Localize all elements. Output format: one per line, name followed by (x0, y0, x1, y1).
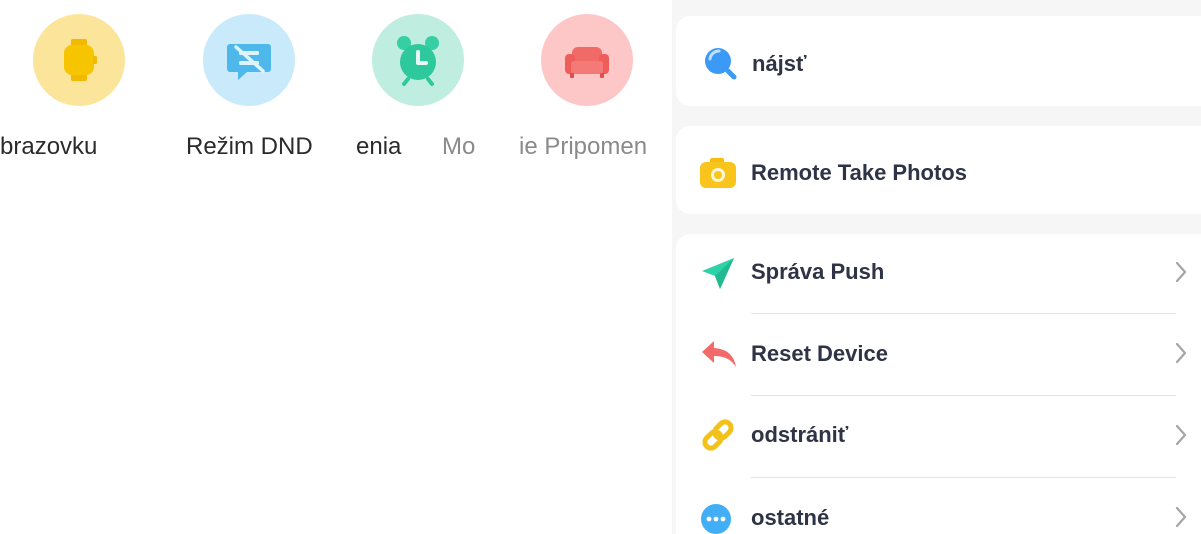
link-icon (702, 419, 734, 451)
find-label: nájsť (752, 51, 807, 76)
shortcut-bar: brazovku Režim DND enia Mo ie Pripomen (0, 0, 672, 534)
settings-item-unbind[interactable]: odstrániť (676, 397, 1201, 477)
settings-item-label: ostatné (751, 505, 830, 530)
alarm-clock-icon (397, 36, 439, 86)
more-dots-icon (701, 504, 731, 534)
shortcut-label: Režim DND (186, 133, 313, 160)
settings-panel: nájsť Remote Take Photos Správa Push Res… (672, 0, 1201, 534)
dnd-message-icon (227, 44, 271, 80)
shortcut-watch-face[interactable] (33, 14, 125, 106)
shortcut-label: brazovku (0, 133, 98, 160)
remote-photo-row[interactable]: Remote Take Photos (676, 130, 1201, 210)
chevron-right-icon (1175, 506, 1187, 528)
divider (751, 313, 1176, 314)
sofa-icon (565, 47, 609, 78)
shortcut-sedentary[interactable] (541, 14, 633, 106)
settings-item-other[interactable]: ostatné (676, 479, 1201, 534)
watch-icon (64, 39, 97, 81)
find-row[interactable]: nájsť (676, 21, 1201, 101)
settings-item-reset[interactable]: Reset Device (676, 315, 1201, 395)
shortcut-dnd[interactable] (203, 14, 295, 106)
settings-list-card: Správa Push Reset Device odstrániť ostat… (676, 234, 1201, 534)
reply-arrow-icon (702, 341, 736, 367)
shortcut-label: Mo (442, 133, 476, 160)
settings-item-label: odstrániť (751, 422, 849, 447)
shortcut-label: enia (356, 133, 402, 160)
settings-item-push[interactable]: Správa Push (676, 234, 1201, 314)
chevron-right-icon (1175, 424, 1187, 446)
divider (751, 477, 1176, 478)
shortcut-label: ie Pripomen (519, 133, 648, 160)
settings-item-label: Reset Device (751, 341, 888, 366)
settings-item-label: Správa Push (751, 259, 885, 284)
shortcut-alarm[interactable] (372, 14, 464, 106)
chevron-right-icon (1175, 342, 1187, 364)
chevron-right-icon (1175, 261, 1187, 283)
remote-photo-card: Remote Take Photos (676, 126, 1201, 214)
search-icon (705, 48, 737, 80)
divider (751, 395, 1176, 396)
find-card: nájsť (676, 16, 1201, 106)
remote-photo-label: Remote Take Photos (751, 160, 967, 185)
send-icon (702, 258, 734, 289)
camera-icon (700, 158, 736, 188)
